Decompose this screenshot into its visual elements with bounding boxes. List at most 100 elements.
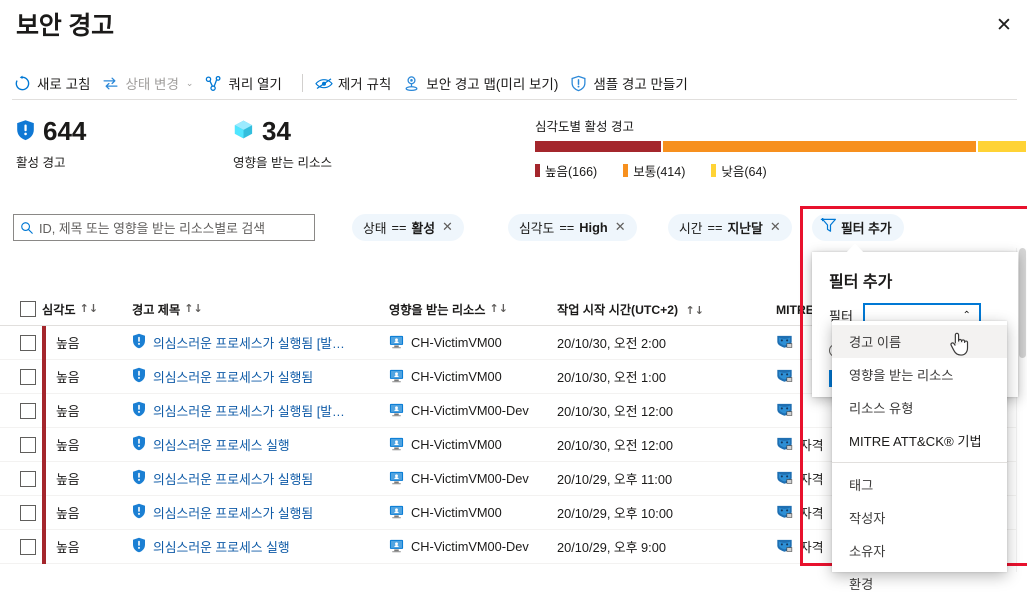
row-checkbox[interactable] <box>20 538 36 555</box>
open-query-label: 쿼리 열기 <box>228 77 282 92</box>
cell-severity: 높음 <box>42 427 132 462</box>
column-header-time-label: 작업 시작 시간(UTC+2) <box>557 302 679 317</box>
row-checkbox[interactable] <box>20 402 36 419</box>
severity-legend-label: 낮음(64) <box>721 165 767 179</box>
alert-title-link[interactable]: 의심스러운 프로세스 실행 <box>153 537 290 556</box>
select-all-checkbox[interactable] <box>20 300 36 317</box>
alert-title-link[interactable]: 의심스러운 프로세스가 실행됨 [발… <box>153 401 345 420</box>
cell-time: 20/10/30, 오전 12:00 <box>557 404 674 419</box>
change-status-button[interactable]: 상태 변경 ⌄ <box>100 68 203 98</box>
alert-title-link[interactable]: 의심스러운 프로세스가 실행됨 <box>153 469 313 488</box>
alert-map-icon <box>403 75 420 92</box>
virtual-machine-icon <box>389 334 404 352</box>
filter-chip-severity-value: High <box>579 220 608 235</box>
cell-time: 20/10/29, 오후 10:00 <box>557 506 674 521</box>
remove-filter-icon[interactable]: ✕ <box>615 220 626 235</box>
cell-resource: CH-VictimVM00 <box>389 368 557 386</box>
alert-title-link[interactable]: 의심스러운 프로세스가 실행됨 [발… <box>153 333 345 352</box>
cell-time: 20/10/30, 오전 1:00 <box>557 370 666 385</box>
sort-icon[interactable]: ↑↓ <box>489 302 507 315</box>
shield-alert-icon <box>132 503 146 522</box>
open-query-button[interactable]: 쿼리 열기 <box>203 68 291 98</box>
dropdown-option[interactable]: 소유자 <box>832 534 1007 567</box>
search-input[interactable]: ID, 제목 또는 영향을 받는 리소스별로 검색 <box>13 214 315 241</box>
filter-chip-time-op: == <box>707 220 723 235</box>
close-icon[interactable]: ✕ <box>989 10 1019 40</box>
shield-alert-icon <box>132 333 146 352</box>
scrollbar-thumb[interactable] <box>1019 248 1026 358</box>
remove-filter-icon[interactable]: ✕ <box>770 220 781 235</box>
row-checkbox[interactable] <box>20 334 36 351</box>
alert-map-button[interactable]: 보안 경고 맵(미리 보기) <box>401 68 568 98</box>
search-icon <box>20 221 34 235</box>
dropdown-option[interactable]: 작성자 <box>832 501 1007 534</box>
column-header-resource[interactable]: 영향을 받는 리소스 ↑↓ <box>389 300 557 318</box>
cell-alert-title: 의심스러운 프로세스가 실행됨 <box>132 367 389 386</box>
row-checkbox[interactable] <box>20 504 36 521</box>
severity-legend-item: 낮음(64) <box>711 161 767 180</box>
virtual-machine-icon <box>389 470 404 488</box>
severity-legend-swatch <box>623 164 629 177</box>
severity-label: 높음 <box>56 404 80 419</box>
severity-legend-item: 높음(166) <box>535 161 597 180</box>
sort-icon[interactable]: ↑↓ <box>686 304 704 317</box>
row-checkbox-cell <box>0 368 42 385</box>
active-alerts-tile: 644 활성 경고 <box>16 118 86 171</box>
sort-icon[interactable]: ↑↓ <box>184 302 202 315</box>
active-alerts-value: 644 <box>43 116 87 146</box>
change-status-label: 상태 변경 <box>125 77 179 92</box>
severity-indicator <box>42 359 46 394</box>
filter-chip-time[interactable]: 시간 == 지난달 ✕ <box>668 214 792 241</box>
mitre-technique-icon <box>776 469 793 488</box>
filter-chip-status-value: 활성 <box>411 221 436 236</box>
alert-title-link[interactable]: 의심스러운 프로세스 실행 <box>153 435 290 454</box>
affected-resources-caption: 영향을 받는 리소스 <box>233 156 332 170</box>
cell-resource: CH-VictimVM00-Dev <box>389 538 557 556</box>
row-checkbox[interactable] <box>20 368 36 385</box>
virtual-machine-icon <box>389 402 404 420</box>
refresh-button[interactable]: 새로 고침 <box>12 68 100 98</box>
row-checkbox-cell <box>0 334 42 351</box>
resource-cube-icon <box>233 119 254 143</box>
row-checkbox-cell <box>0 402 42 419</box>
row-checkbox-cell <box>0 470 42 487</box>
severity-label: 높음 <box>56 370 80 385</box>
cell-time: 20/10/30, 오전 2:00 <box>557 336 666 351</box>
row-checkbox[interactable] <box>20 470 36 487</box>
dropdown-option[interactable]: 태그 <box>832 468 1007 501</box>
suppression-rule-button[interactable]: 제거 규칙 <box>313 68 401 98</box>
column-header-resource-label: 영향을 받는 리소스 <box>389 302 486 317</box>
cell-alert-title: 의심스러운 프로세스 실행 <box>132 435 389 454</box>
mitre-technique-icon <box>776 367 793 386</box>
shield-alert-icon <box>132 435 146 454</box>
column-header-severity[interactable]: 심각도 ↑↓ <box>42 300 132 318</box>
dropdown-option[interactable]: 영향을 받는 리소스 <box>832 358 1007 391</box>
resource-name: CH-VictimVM00 <box>411 335 502 350</box>
row-checkbox-cell <box>0 538 42 555</box>
add-filter-button[interactable]: 필터 추가 <box>812 214 904 241</box>
alert-title-link[interactable]: 의심스러운 프로세스가 실행됨 <box>153 503 313 522</box>
sort-icon[interactable]: ↑↓ <box>80 302 98 315</box>
filter-chip-severity[interactable]: 심각도 == High ✕ <box>508 214 637 241</box>
filter-chip-status[interactable]: 상태 == 활성 ✕ <box>352 214 464 241</box>
alert-title-link[interactable]: 의심스러운 프로세스가 실행됨 <box>153 367 313 386</box>
resource-name: CH-VictimVM00 <box>411 437 502 452</box>
severity-indicator <box>42 393 46 428</box>
dropdown-option[interactable]: MITRE ATT&CK® 기법 <box>832 424 1007 457</box>
resource-name: CH-VictimVM00-Dev <box>411 403 529 418</box>
severity-legend: 높음(166) 보통(414) 낮음(64) <box>535 161 1027 180</box>
add-filter-icon <box>820 217 838 237</box>
column-header-time[interactable]: 작업 시작 시간(UTC+2) ↑↓ <box>557 300 776 318</box>
column-header-title[interactable]: 경고 제목 ↑↓ <box>132 300 389 318</box>
dropdown-option[interactable]: 경고 이름 <box>832 325 1007 358</box>
filter-field-dropdown[interactable]: 경고 이름 영향을 받는 리소스 리소스 유형 MITRE ATT&CK® 기법태그 작… <box>832 321 1007 592</box>
remove-filter-icon[interactable]: ✕ <box>442 220 453 235</box>
shield-alert-icon <box>132 537 146 556</box>
cell-resource: CH-VictimVM00 <box>389 334 557 352</box>
shield-alert-icon <box>132 367 146 386</box>
row-checkbox[interactable] <box>20 436 36 453</box>
mitre-technique-label: 자격 <box>800 438 824 453</box>
dropdown-option[interactable]: 리소스 유형 <box>832 391 1007 424</box>
shield-alert-icon <box>132 401 146 420</box>
create-sample-alert-button[interactable]: 샘플 경고 만들기 <box>568 68 697 98</box>
